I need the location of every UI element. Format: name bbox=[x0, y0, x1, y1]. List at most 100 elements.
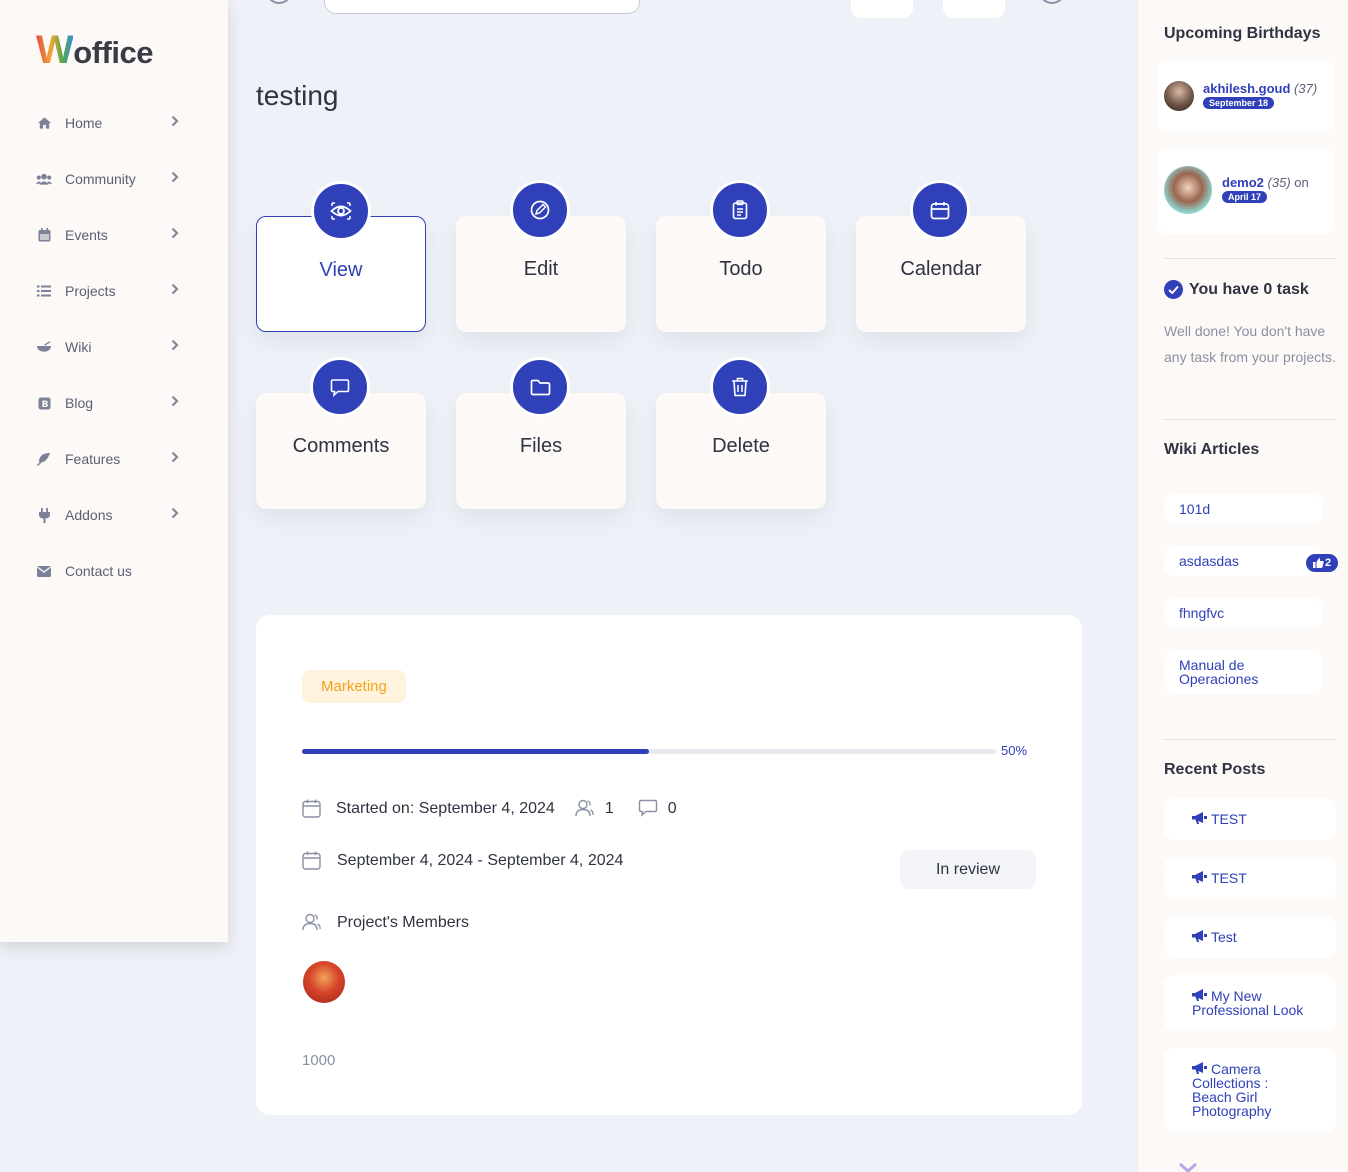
divider bbox=[1164, 419, 1336, 420]
chevron-right-icon bbox=[171, 227, 179, 242]
todo-button[interactable]: Todo bbox=[656, 180, 826, 332]
leaf-icon bbox=[36, 451, 52, 467]
nav-item-projects[interactable]: Projects bbox=[0, 263, 228, 319]
birthday-item[interactable]: akhilesh.goud (37) on September 18 bbox=[1158, 60, 1334, 132]
nav-item-wiki[interactable]: Wiki bbox=[0, 319, 228, 375]
bowl-icon bbox=[36, 339, 52, 355]
nav-item-events[interactable]: Events bbox=[0, 207, 228, 263]
calendar-button[interactable]: Calendar bbox=[856, 180, 1026, 332]
nav-label: Events bbox=[65, 227, 108, 243]
wiki-item[interactable]: 101d bbox=[1164, 494, 1322, 524]
chevron-right-icon bbox=[171, 507, 179, 522]
task-title: You have 0 task bbox=[1164, 280, 1309, 299]
comments-button[interactable]: Comments bbox=[256, 357, 426, 509]
nav-label: Home bbox=[65, 115, 103, 131]
megaphone-icon bbox=[1192, 871, 1207, 885]
nav-item-blog[interactable]: B Blog bbox=[0, 375, 228, 431]
post-item[interactable]: TEST bbox=[1164, 857, 1336, 899]
chevron-right-icon bbox=[171, 115, 179, 130]
edit-button[interactable]: Edit bbox=[456, 180, 626, 332]
post-item[interactable]: My New Professional Look bbox=[1164, 975, 1336, 1031]
members-row: Project's Members bbox=[302, 913, 469, 933]
megaphone-icon bbox=[1192, 930, 1207, 944]
eye-icon bbox=[311, 181, 371, 241]
members-label: Project's Members bbox=[337, 914, 469, 931]
menu-toggle-icon[interactable] bbox=[266, 0, 292, 4]
post-item[interactable]: Test bbox=[1164, 916, 1336, 958]
birthday-date: April 17 bbox=[1222, 191, 1268, 203]
birthdays-title: Upcoming Birthdays bbox=[1164, 25, 1321, 42]
notifications-button[interactable] bbox=[851, 0, 913, 18]
progress-bar bbox=[302, 749, 996, 754]
blog-icon: B bbox=[36, 395, 52, 411]
birthday-name: demo2 (35) on bbox=[1222, 175, 1309, 190]
posts-title: Recent Posts bbox=[1164, 761, 1266, 778]
tile-label: View bbox=[319, 259, 363, 281]
nav-label: Blog bbox=[65, 395, 94, 411]
search-input[interactable] bbox=[324, 0, 640, 14]
nav-item-community[interactable]: Community bbox=[0, 151, 228, 207]
main-nav: Home Community Events Projects Wiki B Bl… bbox=[0, 95, 228, 599]
date-range-row: September 4, 2024 - September 4, 2024 bbox=[302, 851, 623, 871]
envelope-icon bbox=[36, 563, 52, 579]
clipboard-icon bbox=[710, 180, 770, 240]
wiki-title: Wiki Articles bbox=[1164, 441, 1260, 458]
wiki-item[interactable]: asdasdas bbox=[1164, 546, 1322, 576]
calendar-icon bbox=[36, 227, 52, 243]
calendar-icon bbox=[910, 180, 970, 240]
tile-label: Todo bbox=[719, 258, 763, 280]
page-title: testing bbox=[256, 80, 339, 111]
plug-icon bbox=[36, 507, 52, 523]
nav-label: Contact us bbox=[65, 563, 132, 579]
status-badge: In review bbox=[900, 850, 1036, 889]
megaphone-icon bbox=[1192, 989, 1207, 1003]
progress-percent: 50% bbox=[1001, 743, 1028, 758]
chevron-right-icon bbox=[171, 395, 179, 410]
nav-label: Projects bbox=[65, 283, 116, 299]
nav-item-contact[interactable]: Contact us bbox=[0, 543, 228, 599]
member-avatar[interactable] bbox=[303, 961, 345, 1003]
comment-icon bbox=[310, 357, 370, 417]
members-icon bbox=[575, 799, 595, 819]
tile-label: Comments bbox=[292, 435, 390, 457]
chevron-right-icon bbox=[171, 283, 179, 298]
thumbs-up-icon bbox=[1312, 558, 1324, 568]
files-button[interactable]: Files bbox=[456, 357, 626, 509]
post-item[interactable]: Camera Collections : Beach Girl Photogra… bbox=[1164, 1048, 1336, 1132]
chevron-right-icon bbox=[171, 171, 179, 186]
nav-label: Community bbox=[65, 171, 136, 187]
chevron-down-icon[interactable] bbox=[1178, 1158, 1198, 1172]
nav-item-features[interactable]: Features bbox=[0, 431, 228, 487]
start-date-row: Started on: September 4, 2024 1 0 bbox=[302, 799, 677, 819]
cart-button[interactable] bbox=[943, 0, 1005, 18]
project-card: Marketing 50% Started on: September 4, 2… bbox=[256, 615, 1082, 1115]
megaphone-icon bbox=[1192, 1062, 1207, 1076]
users-icon bbox=[36, 171, 52, 187]
birthday-item[interactable]: demo2 (35) on April 17 bbox=[1158, 148, 1334, 234]
user-menu-icon[interactable] bbox=[1039, 0, 1065, 4]
wiki-item[interactable]: fhngfvc bbox=[1164, 598, 1322, 628]
chevron-right-icon bbox=[171, 451, 179, 466]
avatar bbox=[1164, 81, 1194, 111]
svg-text:B: B bbox=[41, 400, 48, 410]
comments-count: 0 bbox=[667, 800, 677, 817]
wiki-item[interactable]: Manual de Operaciones bbox=[1164, 650, 1322, 694]
delete-button[interactable]: Delete bbox=[656, 357, 826, 509]
divider bbox=[1164, 739, 1336, 740]
category-tag[interactable]: Marketing bbox=[302, 670, 406, 703]
tile-label: Delete bbox=[712, 435, 770, 457]
avatar bbox=[1164, 166, 1212, 214]
nav-item-home[interactable]: Home bbox=[0, 95, 228, 151]
left-sidebar: Woffice Home Community Events Projects W… bbox=[0, 0, 228, 942]
tile-label: Calendar bbox=[900, 258, 982, 280]
nav-label: Features bbox=[65, 451, 121, 467]
post-item[interactable]: TEST bbox=[1164, 798, 1336, 840]
likes-badge: 2 bbox=[1306, 554, 1338, 572]
view-button[interactable]: View bbox=[256, 181, 426, 332]
right-sidebar: Upcoming Birthdays akhilesh.goud (37) on… bbox=[1138, 0, 1348, 1172]
logo[interactable]: Woffice bbox=[36, 28, 153, 73]
nav-item-addons[interactable]: Addons bbox=[0, 487, 228, 543]
comment-icon bbox=[638, 799, 658, 819]
list-icon bbox=[36, 283, 52, 299]
calendar-icon bbox=[302, 799, 322, 819]
